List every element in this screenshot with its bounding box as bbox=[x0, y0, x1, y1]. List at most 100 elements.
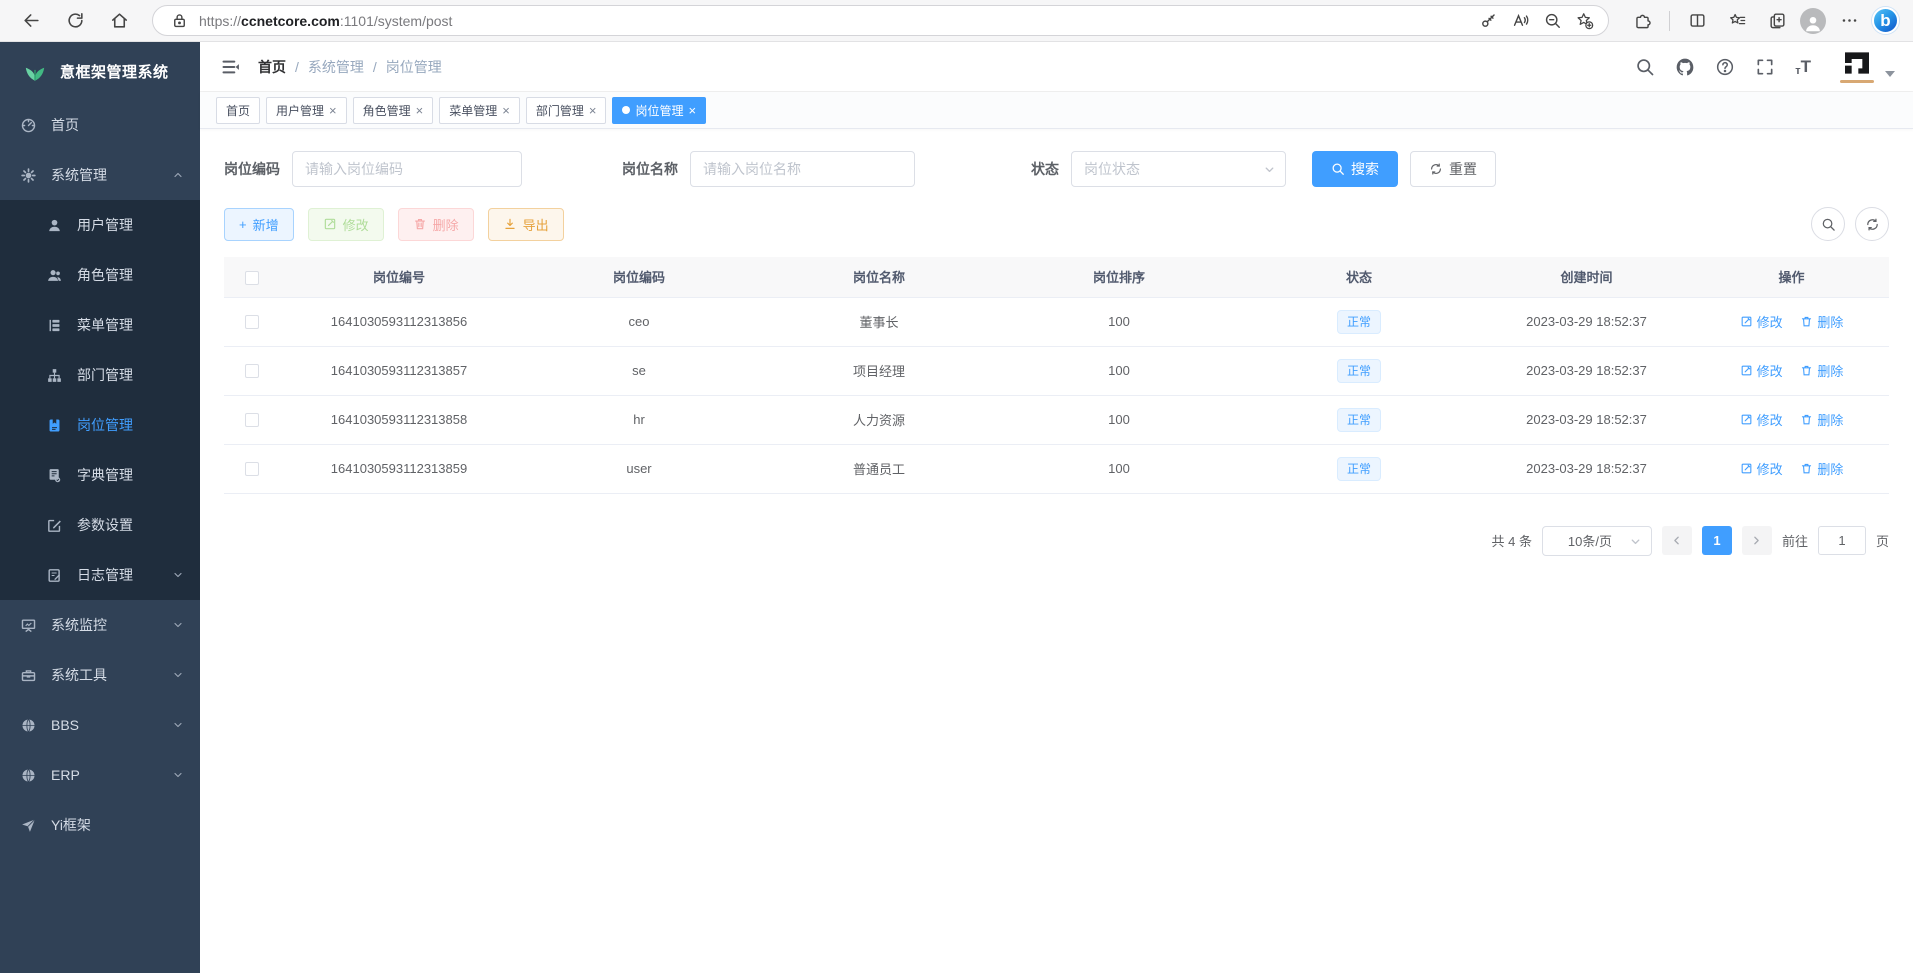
table-row: 1641030593112313857 se 项目经理 100 正常 2023-… bbox=[224, 346, 1889, 395]
favorites-icon[interactable] bbox=[1720, 4, 1754, 38]
row-delete-link[interactable]: 删除 bbox=[1800, 459, 1843, 478]
more-icon[interactable] bbox=[1832, 4, 1866, 38]
breadcrumb-home[interactable]: 首页 bbox=[258, 57, 286, 77]
extensions-icon[interactable] bbox=[1625, 4, 1659, 38]
prev-page-button[interactable] bbox=[1662, 526, 1692, 555]
sidebar-item-erp[interactable]: ERP bbox=[0, 750, 200, 800]
sidebar-item-menus[interactable]: 菜单管理 bbox=[0, 300, 200, 350]
select-all-checkbox[interactable] bbox=[245, 271, 259, 285]
close-icon[interactable]: × bbox=[416, 104, 424, 117]
collections-icon[interactable] bbox=[1760, 4, 1794, 38]
sidebar-item-departments[interactable]: 部门管理 bbox=[0, 350, 200, 400]
status-select-input[interactable] bbox=[1071, 151, 1286, 187]
sidebar-item-roles[interactable]: 角色管理 bbox=[0, 250, 200, 300]
chevron-right-icon bbox=[1750, 534, 1763, 547]
goto-page-input[interactable] bbox=[1818, 526, 1866, 555]
row-edit-link[interactable]: 修改 bbox=[1740, 312, 1783, 331]
page-number-1[interactable]: 1 bbox=[1702, 526, 1732, 555]
table-search-toggle[interactable] bbox=[1811, 207, 1845, 241]
monitor-icon bbox=[20, 617, 37, 634]
total-count: 共 4 条 bbox=[1492, 531, 1532, 550]
help-icon[interactable] bbox=[1715, 57, 1735, 77]
sidebar-item-monitor[interactable]: 系统监控 bbox=[0, 600, 200, 650]
row-checkbox[interactable] bbox=[245, 462, 259, 476]
tab-roles[interactable]: 角色管理× bbox=[353, 97, 434, 124]
search-button[interactable]: 搜索 bbox=[1312, 151, 1398, 187]
sidebar-item-parameters[interactable]: 参数设置 bbox=[0, 500, 200, 550]
row-delete-link[interactable]: 删除 bbox=[1800, 410, 1843, 429]
sidebar-item-users[interactable]: 用户管理 bbox=[0, 200, 200, 250]
tab-menus[interactable]: 菜单管理× bbox=[439, 97, 520, 124]
close-icon[interactable]: × bbox=[688, 104, 696, 117]
add-favorite-icon[interactable] bbox=[1570, 7, 1598, 35]
export-button[interactable]: 导出 bbox=[488, 208, 564, 241]
status-select[interactable] bbox=[1071, 151, 1286, 187]
sidebar-item-tools[interactable]: 系统工具 bbox=[0, 650, 200, 700]
col-created: 创建时间 bbox=[1479, 257, 1694, 297]
refresh-icon bbox=[1429, 162, 1443, 176]
row-delete-link[interactable]: 删除 bbox=[1800, 312, 1843, 331]
row-edit-link[interactable]: 修改 bbox=[1740, 361, 1783, 380]
sidebar-item-dictionaries[interactable]: 字典管理 bbox=[0, 450, 200, 500]
row-edit-link[interactable]: 修改 bbox=[1740, 410, 1783, 429]
app-logo[interactable]: 意框架管理系统 bbox=[0, 42, 200, 100]
page-size-select[interactable] bbox=[1542, 526, 1652, 556]
bing-icon[interactable]: b bbox=[1872, 7, 1899, 34]
tab-home[interactable]: 首页 bbox=[216, 97, 260, 124]
tab-posts[interactable]: 岗位管理× bbox=[612, 97, 706, 124]
back-icon[interactable] bbox=[14, 4, 48, 38]
goto-label: 前往 bbox=[1782, 531, 1808, 550]
table-refresh-button[interactable] bbox=[1855, 207, 1889, 241]
hamburger-icon[interactable] bbox=[214, 50, 248, 84]
close-icon[interactable]: × bbox=[589, 104, 597, 117]
zoom-out-icon[interactable] bbox=[1538, 7, 1566, 35]
row-checkbox[interactable] bbox=[245, 315, 259, 329]
row-checkbox[interactable] bbox=[245, 364, 259, 378]
delete-button[interactable]: 删除 bbox=[398, 208, 474, 241]
col-post-sort: 岗位排序 bbox=[999, 257, 1239, 297]
user-menu[interactable] bbox=[1837, 47, 1895, 87]
pagination: 共 4 条 1 前往 页 bbox=[224, 526, 1889, 556]
row-edit-link[interactable]: 修改 bbox=[1740, 459, 1783, 478]
search-icon[interactable] bbox=[1635, 57, 1655, 77]
table-row: 1641030593112313856 ceo 董事长 100 正常 2023-… bbox=[224, 297, 1889, 346]
tab-users[interactable]: 用户管理× bbox=[266, 97, 347, 124]
address-bar[interactable]: https://ccnetcore.com:1101/system/post bbox=[152, 5, 1609, 36]
sidebar-item-yi-framework[interactable]: Yi框架 bbox=[0, 800, 200, 850]
col-post-code: 岗位编码 bbox=[519, 257, 759, 297]
sidebar-item-posts[interactable]: 岗位管理 bbox=[0, 400, 200, 450]
row-delete-link[interactable]: 删除 bbox=[1800, 361, 1843, 380]
edit-icon bbox=[323, 217, 337, 231]
sidebar-item-system[interactable]: 系统管理 bbox=[0, 150, 200, 200]
active-dot bbox=[622, 106, 630, 114]
post-name-input[interactable] bbox=[690, 151, 915, 187]
reset-button[interactable]: 重置 bbox=[1410, 151, 1496, 187]
table-row: 1641030593112313859 user 普通员工 100 正常 202… bbox=[224, 444, 1889, 493]
key-icon[interactable] bbox=[1474, 7, 1502, 35]
sidebar-item-logs[interactable]: 日志管理 bbox=[0, 550, 200, 600]
trash-icon bbox=[1800, 462, 1813, 475]
edit-button[interactable]: 修改 bbox=[308, 208, 384, 241]
split-screen-icon[interactable] bbox=[1680, 4, 1714, 38]
fullscreen-icon[interactable] bbox=[1755, 57, 1775, 77]
font-size-icon[interactable]: тT bbox=[1795, 57, 1811, 77]
close-icon[interactable]: × bbox=[502, 104, 510, 117]
read-aloud-icon[interactable] bbox=[1506, 7, 1534, 35]
post-code-input[interactable] bbox=[292, 151, 522, 187]
github-icon[interactable] bbox=[1675, 57, 1695, 77]
profile-avatar[interactable] bbox=[1800, 8, 1826, 34]
add-button[interactable]: + 新增 bbox=[224, 208, 294, 241]
refresh-icon[interactable] bbox=[58, 4, 92, 38]
home-icon[interactable] bbox=[102, 4, 136, 38]
breadcrumb-system[interactable]: 系统管理 bbox=[308, 57, 364, 77]
status-badge: 正常 bbox=[1337, 359, 1381, 383]
sidebar-item-home[interactable]: 首页 bbox=[0, 100, 200, 150]
status-badge: 正常 bbox=[1337, 457, 1381, 481]
dashboard-icon bbox=[20, 117, 37, 134]
sidebar-item-bbs[interactable]: BBS bbox=[0, 700, 200, 750]
row-checkbox[interactable] bbox=[245, 413, 259, 427]
next-page-button[interactable] bbox=[1742, 526, 1772, 555]
tab-departments[interactable]: 部门管理× bbox=[526, 97, 607, 124]
users-icon bbox=[46, 267, 63, 284]
close-icon[interactable]: × bbox=[329, 104, 337, 117]
